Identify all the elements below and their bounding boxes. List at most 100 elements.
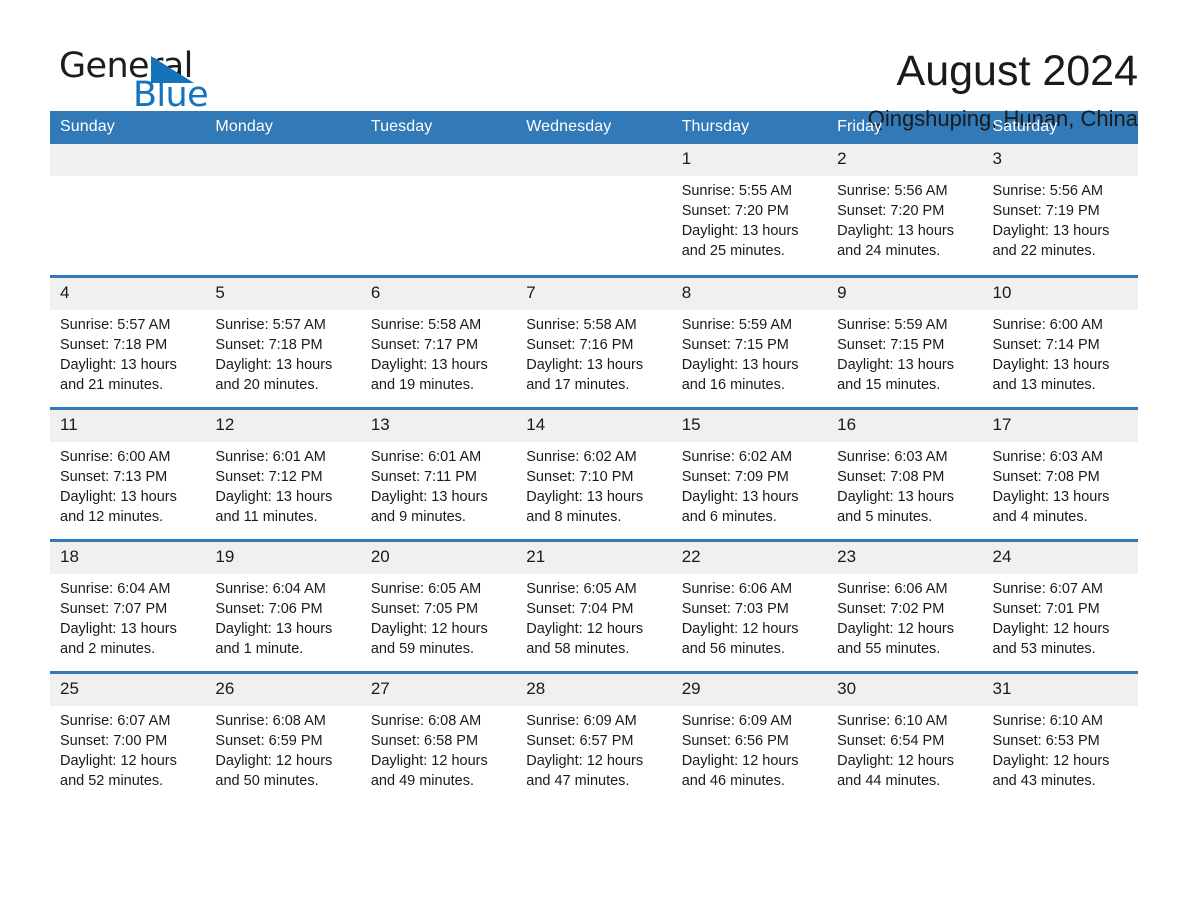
- day-details: Sunrise: 6:05 AM Sunset: 7:05 PM Daylight:…: [361, 574, 516, 659]
- calendar-day-cell[interactable]: 23 Sunrise: 6:06 AM Sunset: 7:02 PM Dayligh…: [827, 538, 983, 672]
- calendar-day-cell[interactable]: 26 Sunrise: 6:08 AM Sunset: 6:59 PM Dayligh…: [205, 670, 361, 804]
- daylight-text-line1: Daylight: 13 hours: [681, 356, 799, 373]
- day-number: 9: [827, 277, 983, 310]
- sunset-text: Sunset: 7:01 PM: [992, 600, 1100, 617]
- calendar-day-cell[interactable]: 12 Sunrise: 6:01 AM Sunset: 7:12 PM Dayligh…: [205, 406, 361, 540]
- calendar-day-cell[interactable]: 20 Sunrise: 6:05 AM Sunset: 7:05 PM Dayligh…: [360, 538, 517, 672]
- day-number: [205, 144, 361, 176]
- calendar-day-cell[interactable]: 18 Sunrise: 6:04 AM Sunset: 7:07 PM Dayligh…: [50, 538, 206, 672]
- sunrise-text: Sunrise: 6:10 AM: [837, 712, 948, 729]
- day-number: [360, 144, 517, 176]
- day-number: 20: [360, 541, 517, 574]
- daylight-text-line2: and 52 minutes.: [60, 772, 164, 789]
- calendar-day-cell[interactable]: 19 Sunrise: 6:04 AM Sunset: 7:06 PM Dayligh…: [205, 538, 361, 672]
- day-details: Sunrise: 6:02 AM Sunset: 7:10 PM Daylight:…: [516, 442, 671, 527]
- daylight-text-line1: Daylight: 12 hours: [837, 620, 954, 637]
- sunset-text: Sunset: 7:18 PM: [215, 336, 323, 353]
- calendar-day-cell-empty: [360, 144, 517, 276]
- daylight-text-line1: Daylight: 13 hours: [215, 488, 333, 505]
- day-number: 21: [516, 541, 672, 574]
- day-number: 3: [982, 144, 1138, 176]
- calendar-day-cell[interactable]: 14 Sunrise: 6:02 AM Sunset: 7:10 PM Dayligh…: [516, 406, 672, 540]
- day-details: Sunrise: 5:58 AM Sunset: 7:17 PM Daylight:…: [361, 310, 516, 395]
- calendar-day-cell[interactable]: 6 Sunrise: 5:58 AM Sunset: 7:17 PM Daylight…: [360, 274, 517, 408]
- day-number: 7: [516, 277, 672, 310]
- calendar-day-cell[interactable]: 31 Sunrise: 6:10 AM Sunset: 6:53 PM Dayligh…: [982, 670, 1138, 804]
- sunrise-text: Sunrise: 5:56 AM: [992, 183, 1103, 199]
- sunrise-text: Sunrise: 5:55 AM: [681, 183, 793, 199]
- calendar-day-cell[interactable]: 4 Sunrise: 5:57 AM Sunset: 7:18 PM Daylight…: [50, 274, 206, 408]
- day-number: 25: [50, 673, 206, 706]
- calendar-day-cell[interactable]: 25 Sunrise: 6:07 AM Sunset: 7:00 PM Dayligh…: [50, 670, 206, 804]
- day-details: Sunrise: 5:56 AM Sunset: 7:19 PM Daylight:…: [983, 176, 1138, 261]
- calendar-day-cell[interactable]: 13 Sunrise: 6:01 AM Sunset: 7:11 PM Dayligh…: [360, 406, 517, 540]
- day-details: Sunrise: 6:06 AM Sunset: 7:02 PM Daylight:…: [827, 574, 982, 659]
- sunset-text: Sunset: 7:02 PM: [837, 600, 945, 617]
- sunrise-text: Sunrise: 5:59 AM: [837, 316, 948, 333]
- calendar-body: 1 Sunrise: 5:55 AM Sunset: 7:20 PM Daylight…: [50, 144, 1138, 804]
- calendar-day-cell[interactable]: 27 Sunrise: 6:08 AM Sunset: 6:58 PM Dayligh…: [360, 670, 517, 804]
- sunset-text: Sunset: 7:14 PM: [992, 336, 1100, 353]
- daylight-text-line2: and 5 minutes.: [837, 508, 933, 525]
- calendar-week-row: 1 Sunrise: 5:55 AM Sunset: 7:20 PM Daylight…: [50, 144, 1138, 276]
- calendar-day-cell[interactable]: 17 Sunrise: 6:03 AM Sunset: 7:08 PM Dayligh…: [982, 406, 1138, 540]
- calendar-day-cell[interactable]: 21 Sunrise: 6:05 AM Sunset: 7:04 PM Dayligh…: [516, 538, 672, 672]
- calendar-day-cell[interactable]: 11 Sunrise: 6:00 AM Sunset: 7:13 PM Dayligh…: [50, 406, 206, 540]
- sunrise-text: Sunrise: 5:56 AM: [837, 183, 948, 199]
- day-number: 31: [982, 673, 1138, 706]
- daylight-text-line2: and 53 minutes.: [992, 640, 1096, 657]
- day-details: Sunrise: 6:07 AM Sunset: 7:01 PM Daylight:…: [983, 574, 1138, 659]
- daylight-text-line2: and 8 minutes.: [526, 508, 622, 525]
- daylight-text-line2: and 59 minutes.: [370, 640, 475, 657]
- calendar-day-cell[interactable]: 8 Sunrise: 5:59 AM Sunset: 7:15 PM Daylight…: [671, 274, 828, 408]
- day-number: 14: [516, 409, 672, 442]
- daylight-text-line1: Daylight: 13 hours: [681, 223, 799, 239]
- daylight-text-line1: Daylight: 13 hours: [681, 488, 799, 505]
- calendar-day-cell[interactable]: 16 Sunrise: 6:03 AM Sunset: 7:08 PM Dayligh…: [827, 406, 983, 540]
- sunset-text: Sunset: 7:15 PM: [681, 336, 789, 353]
- calendar-day-cell[interactable]: 9 Sunrise: 5:59 AM Sunset: 7:15 PM Daylight…: [827, 274, 983, 408]
- daylight-text-line1: Daylight: 13 hours: [992, 223, 1110, 239]
- day-details: Sunrise: 5:59 AM Sunset: 7:15 PM Daylight:…: [827, 310, 982, 395]
- calendar-day-cell[interactable]: 5 Sunrise: 5:57 AM Sunset: 7:18 PM Daylight…: [205, 274, 361, 408]
- daylight-text-line2: and 55 minutes.: [837, 640, 941, 657]
- daylight-text-line2: and 21 minutes.: [60, 376, 164, 393]
- daylight-text-line2: and 58 minutes.: [526, 640, 630, 657]
- calendar-day-cell[interactable]: 29 Sunrise: 6:09 AM Sunset: 6:56 PM Dayligh…: [671, 670, 828, 804]
- day-details: Sunrise: 5:59 AM Sunset: 7:15 PM Daylight:…: [672, 310, 827, 395]
- day-number: 22: [671, 541, 828, 574]
- sunset-text: Sunset: 7:12 PM: [215, 468, 323, 485]
- calendar-day-cell[interactable]: 2 Sunrise: 5:56 AM Sunset: 7:20 PM Daylight…: [827, 144, 983, 276]
- daylight-text-line1: Daylight: 12 hours: [526, 620, 644, 637]
- daylight-text-line1: Daylight: 12 hours: [60, 752, 177, 769]
- daylight-text-line2: and 16 minutes.: [681, 376, 785, 393]
- daylight-text-line2: and 46 minutes.: [681, 772, 785, 789]
- day-details: Sunrise: 6:03 AM Sunset: 7:08 PM Daylight:…: [827, 442, 982, 527]
- daylight-text-line1: Daylight: 13 hours: [837, 356, 954, 373]
- sunrise-text: Sunrise: 5:57 AM: [215, 316, 326, 333]
- calendar-day-cell[interactable]: 15 Sunrise: 6:02 AM Sunset: 7:09 PM Dayligh…: [671, 406, 828, 540]
- calendar-day-cell[interactable]: 7 Sunrise: 5:58 AM Sunset: 7:16 PM Daylight…: [516, 274, 672, 408]
- daylight-text-line1: Daylight: 12 hours: [992, 752, 1110, 769]
- calendar-day-cell[interactable]: 3 Sunrise: 5:56 AM Sunset: 7:19 PM Daylight…: [982, 144, 1138, 276]
- calendar-day-cell[interactable]: 10 Sunrise: 6:00 AM Sunset: 7:14 PM Dayligh…: [982, 274, 1138, 408]
- sunset-text: Sunset: 7:20 PM: [837, 203, 945, 219]
- daylight-text-line2: and 47 minutes.: [526, 772, 630, 789]
- calendar-day-cell[interactable]: 30 Sunrise: 6:10 AM Sunset: 6:54 PM Dayligh…: [827, 670, 983, 804]
- sunset-text: Sunset: 7:06 PM: [215, 600, 323, 617]
- day-number: 11: [50, 409, 206, 442]
- page-title: August 2024: [896, 47, 1138, 95]
- sunset-text: Sunset: 7:08 PM: [992, 468, 1100, 485]
- sunset-text: Sunset: 7:11 PM: [370, 468, 477, 485]
- calendar-day-cell[interactable]: 24 Sunrise: 6:07 AM Sunset: 7:01 PM Dayligh…: [982, 538, 1138, 672]
- day-details: Sunrise: 6:04 AM Sunset: 7:06 PM Daylight:…: [205, 574, 360, 659]
- sunset-text: Sunset: 7:05 PM: [370, 600, 479, 617]
- day-number: 15: [671, 409, 828, 442]
- day-details: Sunrise: 6:02 AM Sunset: 7:09 PM Daylight:…: [672, 442, 827, 527]
- calendar-day-cell[interactable]: 28 Sunrise: 6:09 AM Sunset: 6:57 PM Dayligh…: [516, 670, 672, 804]
- calendar-day-cell[interactable]: 1 Sunrise: 5:55 AM Sunset: 7:20 PM Daylight…: [671, 144, 828, 276]
- calendar-day-cell[interactable]: 22 Sunrise: 6:06 AM Sunset: 7:03 PM Dayligh…: [671, 538, 828, 672]
- generalblue-logo[interactable]: General Blue: [50, 44, 240, 120]
- day-details: Sunrise: 5:57 AM Sunset: 7:18 PM Daylight:…: [205, 310, 360, 395]
- day-details: Sunrise: 6:05 AM Sunset: 7:04 PM Daylight:…: [516, 574, 671, 659]
